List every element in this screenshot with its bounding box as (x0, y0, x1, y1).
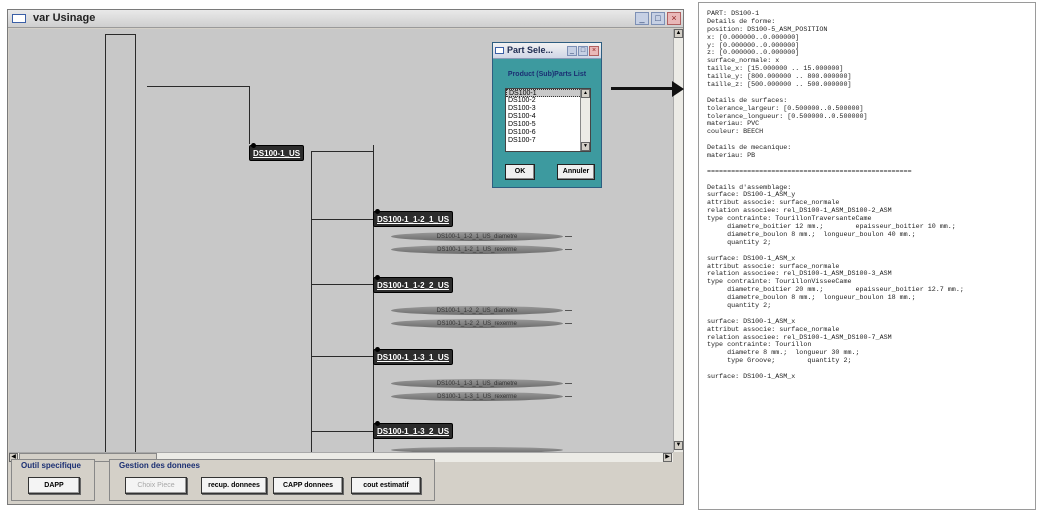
node-label: DS100-1_1-3_2_US (377, 426, 450, 436)
window-title: var Usinage (33, 12, 96, 24)
tree-connector (147, 86, 249, 87)
cout-estimatif-button[interactable]: cout estimatif (351, 477, 421, 494)
list-item[interactable]: DS100-2 (506, 97, 590, 105)
leaf-label: DS100-1_1-2_1_US_rexerrne (437, 246, 517, 253)
maximize-button[interactable]: □ (651, 12, 665, 25)
window-icon (495, 47, 504, 54)
node-anchor (375, 275, 380, 280)
leaf-label: DS100-1_1-2_2_US_diametre (436, 307, 518, 314)
tree-node[interactable]: DS100-1_1-2_2_US (373, 275, 454, 293)
leaf-label: DS100-1_1-2_1_US_diametre (436, 233, 518, 240)
leaf-label: DS100-1_1-2_2_US_rexerrne (437, 320, 517, 327)
list-scrollbar[interactable]: ▲ ▼ (580, 89, 590, 151)
tree-connector (311, 356, 373, 357)
tree-leaf[interactable]: DS100-1_1-3_1_US_diametre (391, 379, 572, 388)
scroll-down-icon[interactable]: ▼ (674, 441, 683, 450)
scroll-down-icon[interactable]: ▼ (581, 142, 590, 151)
detail-line: surface: DS100-1_ASM_x (707, 372, 796, 381)
tree-connector (105, 34, 106, 452)
dialog-title-bar: Part Sele... _ □ × (493, 43, 601, 59)
tree-connector (373, 145, 374, 452)
list-item[interactable]: DS100-1 (506, 89, 590, 97)
list-item[interactable]: DS100-6 (506, 129, 590, 137)
main-window: var Usinage _ □ × DS100-1_US DS100-1_1-2… (7, 9, 684, 505)
dapp-button[interactable]: DAPP (28, 477, 80, 494)
tree-connector (249, 86, 250, 144)
detail-line: materiau: PB (707, 152, 756, 161)
dialog-close-button[interactable]: × (589, 46, 599, 56)
minimize-button[interactable]: _ (635, 12, 649, 25)
window-icon (12, 14, 26, 23)
detail-line: quantity 2; (707, 301, 772, 310)
arrow-head-icon (672, 81, 684, 97)
tree-leaf[interactable]: DS100-1_1-2_2_US_rexerrne (391, 319, 572, 328)
node-anchor (375, 421, 380, 426)
tree-leaf[interactable]: DS100-1_1-3_1_US_rexerrne (391, 392, 572, 401)
list-item[interactable]: DS100-5 (506, 121, 590, 129)
detail-line: ========================================… (707, 167, 912, 176)
dialog-minimize-button[interactable]: _ (567, 46, 577, 56)
node-label: DS100-1_1-2_1_US (377, 214, 450, 224)
leaf-label: DS100-1_1-3_1_US_diametre (436, 380, 518, 387)
tree-connector (311, 219, 373, 220)
list-item[interactable]: DS100-7 (506, 137, 590, 145)
detail-line: Details de mecanique: (707, 144, 792, 153)
ok-button[interactable]: OK (505, 164, 535, 180)
scroll-right-icon[interactable]: ▶ (663, 453, 672, 462)
node-label: DS100-1_US (253, 148, 301, 158)
detail-line: couleur: BEECH (707, 128, 764, 137)
part-selection-dialog: Part Sele... _ □ × Product (Sub)Parts Li… (492, 42, 602, 188)
dialog-title: Part Sele... (507, 45, 554, 55)
node-anchor (251, 143, 256, 148)
node-label: DS100-1_1-3_1_US (377, 352, 450, 362)
node-label: DS100-1_1-2_2_US (377, 280, 450, 290)
node-anchor (375, 209, 380, 214)
detail-line: taille_z: [500.000000 .. 500.000000] (707, 81, 852, 90)
annuler-button[interactable]: Annuler (557, 164, 595, 180)
tree-connector (311, 431, 373, 432)
tree-node[interactable]: DS100-1_1-2_1_US (373, 209, 454, 227)
group-label: Outil specifique (21, 461, 82, 470)
tree-node-root[interactable]: DS100-1_US (249, 143, 305, 161)
choix-piece-button[interactable]: Choix Piece (125, 477, 187, 494)
tree-connector (311, 151, 312, 452)
close-button[interactable]: × (667, 12, 681, 25)
recup-donnees-button[interactable]: recup. donnees (201, 477, 267, 494)
detail-line: quantity 2; (707, 238, 772, 247)
title-bar: var Usinage _ □ × (8, 10, 683, 28)
leaf-label: DS100-1_1-3_1_US_rexerrne (437, 393, 517, 400)
detail-line (707, 382, 1035, 390)
part-details-panel: PART: DS100-1 Details de forme: position… (698, 2, 1036, 510)
group-label: Gestion des donnees (119, 461, 200, 470)
parts-listbox[interactable]: DS100-1 DS100-2 DS100-3 DS100-4 DS100-5 … (505, 88, 591, 152)
list-item[interactable]: DS100-4 (506, 113, 590, 121)
dialog-maximize-button[interactable]: □ (578, 46, 588, 56)
tree-connector (135, 34, 136, 452)
tree-leaf[interactable]: DS100-1_1-2_1_US_rexerrne (391, 245, 572, 254)
node-anchor (375, 347, 380, 352)
list-item[interactable]: DS100-3 (506, 105, 590, 113)
group-outil-specifique: Outil specifique DAPP (11, 459, 95, 501)
parts-list-label: Product (Sub)Parts List (507, 71, 587, 78)
tree-connector (311, 151, 373, 152)
scroll-up-icon[interactable]: ▲ (581, 89, 590, 98)
scroll-up-icon[interactable]: ▲ (674, 29, 683, 38)
tree-leaf[interactable]: DS100-1_1-2_1_US_diametre (391, 232, 572, 241)
tree-connector (105, 34, 135, 35)
tree-leaf[interactable]: DS100-1_1-2_2_US_diametre (391, 306, 572, 315)
group-gestion-donnees: Gestion des donnees Choix Piece recup. d… (109, 459, 435, 501)
pointer-arrow (611, 87, 675, 90)
tree-node[interactable]: DS100-1_1-3_1_US (373, 347, 454, 365)
capp-donnees-button[interactable]: CAPP donnees (273, 477, 343, 494)
tree-node[interactable]: DS100-1_1-3_2_US (373, 421, 454, 439)
tree-connector (311, 284, 373, 285)
detail-line: type Groove; quantity 2; (707, 357, 852, 366)
